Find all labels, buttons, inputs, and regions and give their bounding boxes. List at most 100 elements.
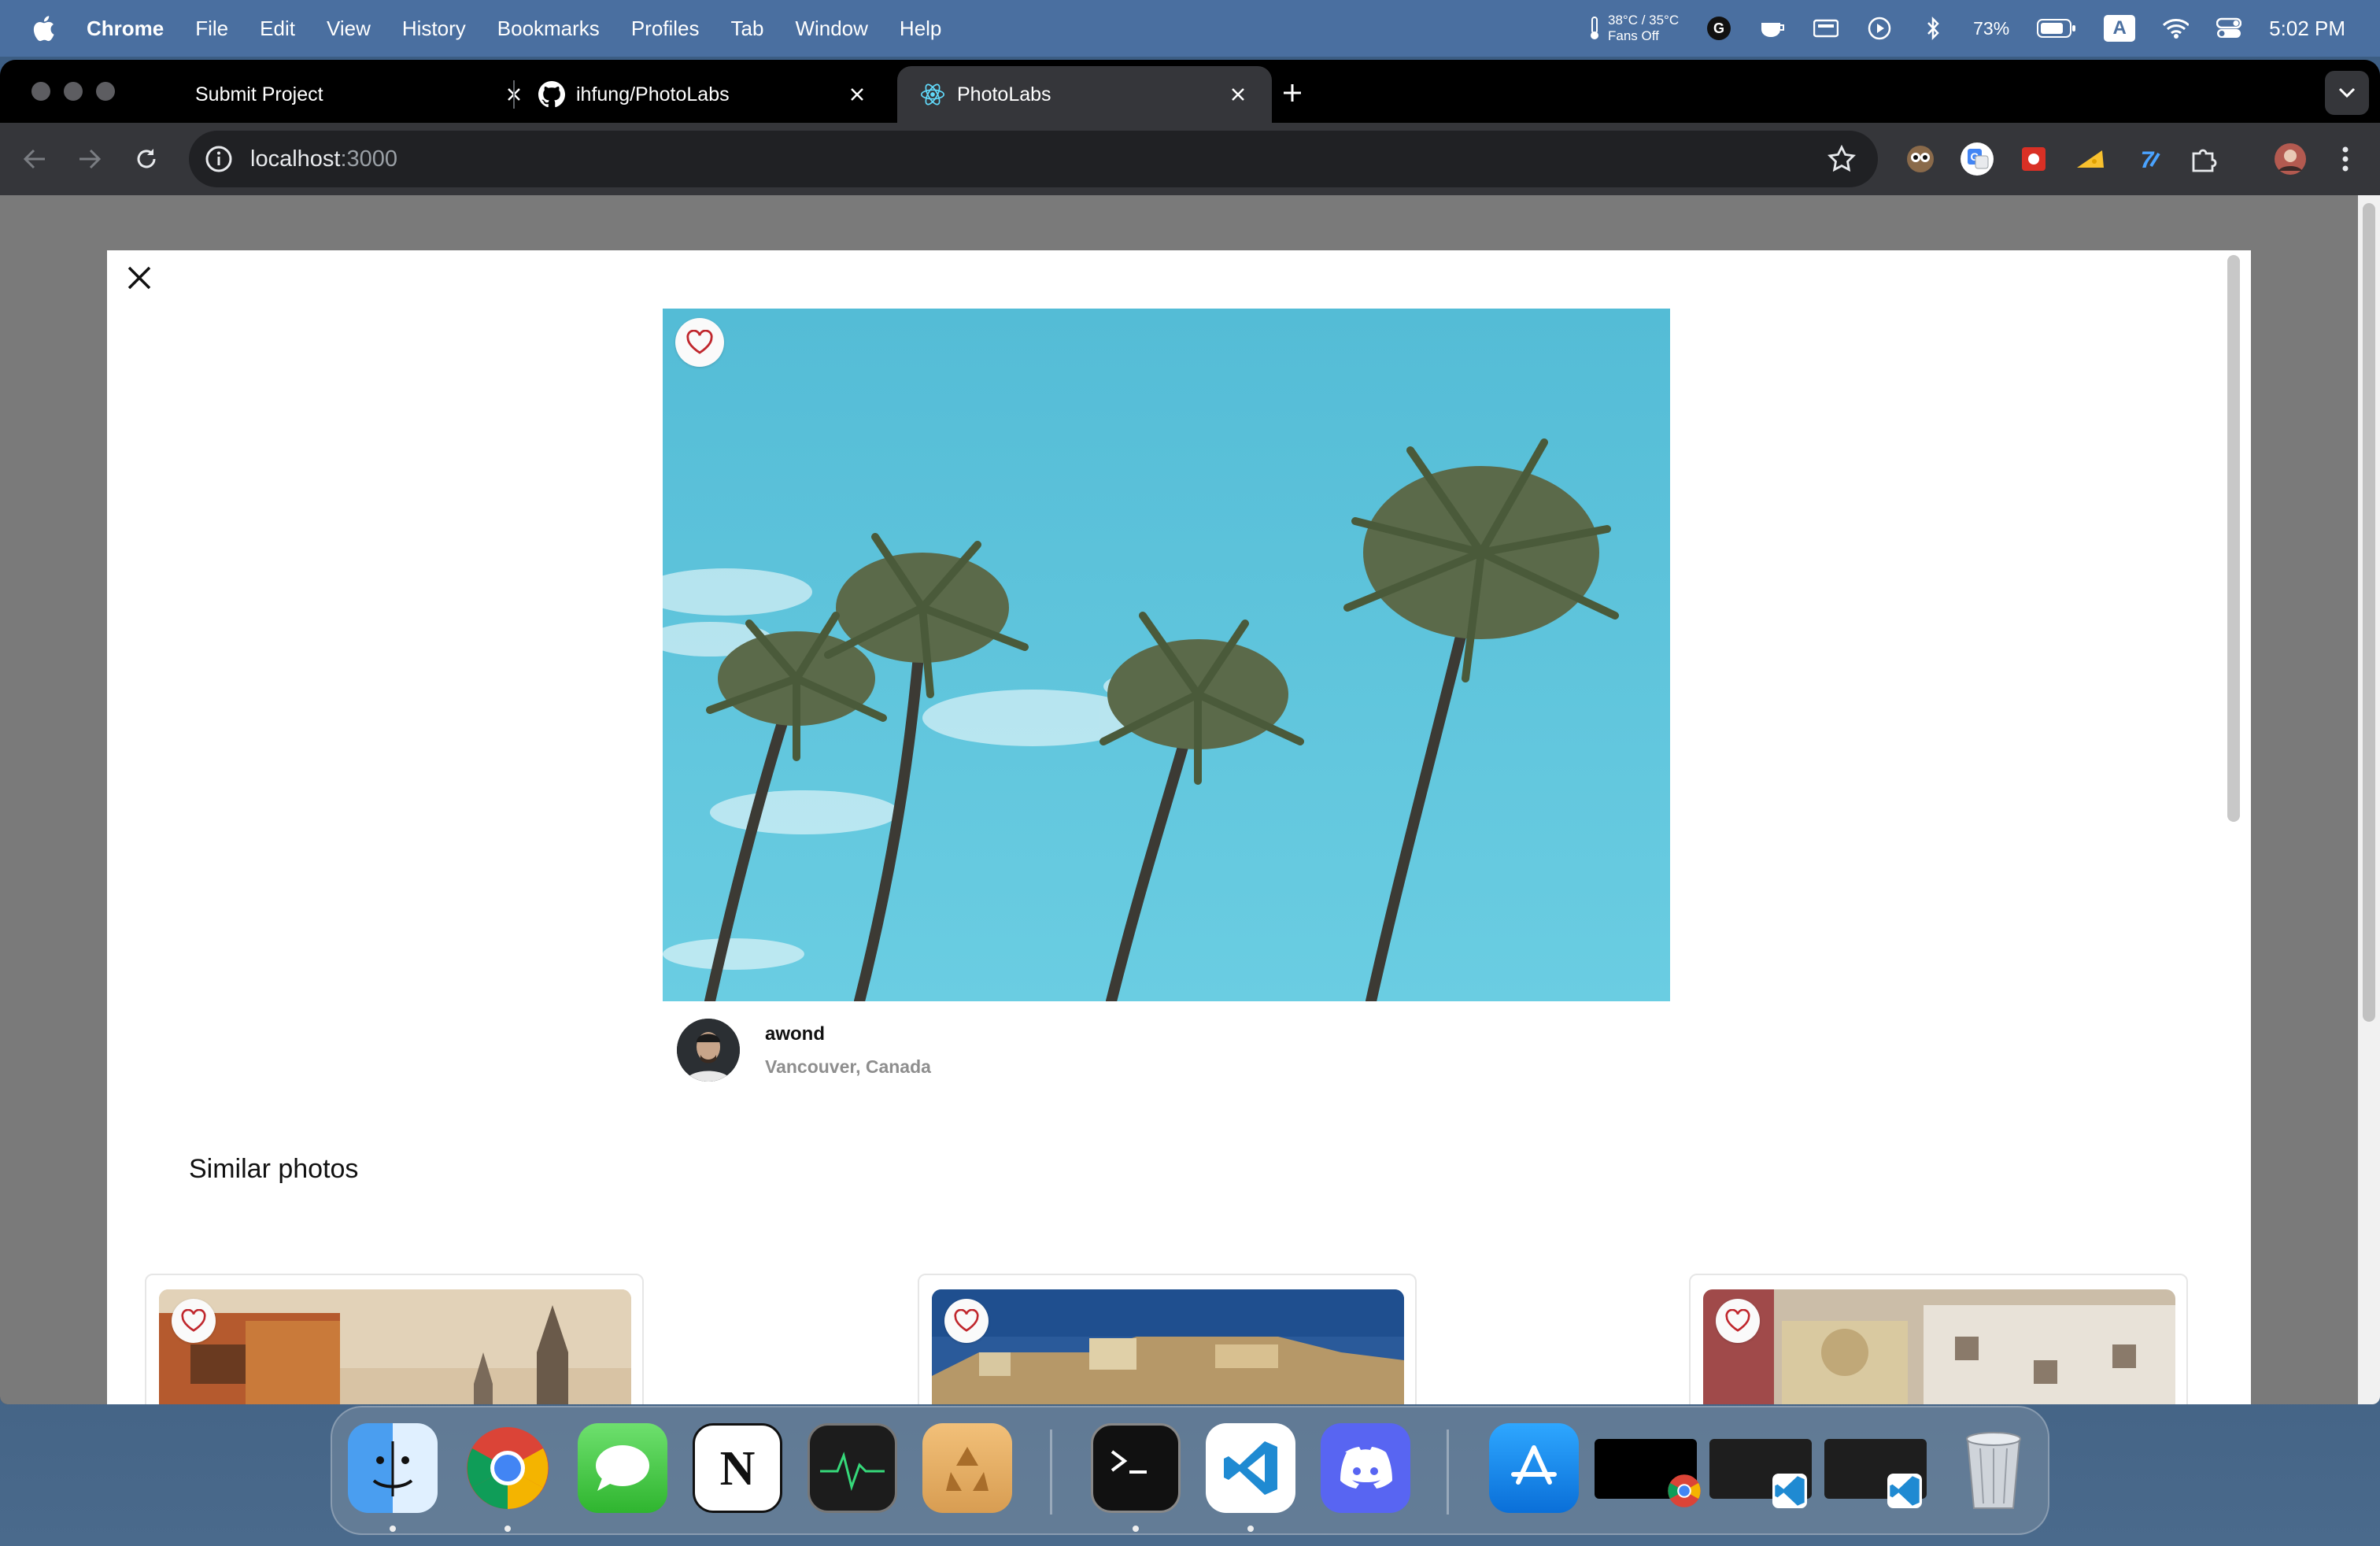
menu-bookmarks[interactable]: Bookmarks <box>497 17 600 41</box>
close-icon[interactable] <box>844 81 870 108</box>
tab-title: PhotoLabs <box>957 83 1051 105</box>
similar-photo-card[interactable] <box>918 1274 1417 1404</box>
vscode-icon <box>1887 1474 1922 1508</box>
fans-text: Fans Off <box>1607 28 1659 43</box>
similar-photo-image[interactable] <box>159 1289 631 1404</box>
similar-photo-card[interactable] <box>1689 1274 2188 1404</box>
zoom-window-button[interactable] <box>96 82 115 101</box>
modal-scrollbar-thumb[interactable] <box>2227 255 2240 822</box>
favorite-button[interactable] <box>172 1299 216 1343</box>
similar-photo-image[interactable] <box>932 1289 1404 1404</box>
profile-avatar[interactable] <box>2271 140 2309 178</box>
url-host: localhost <box>250 146 341 172</box>
close-modal-icon[interactable] <box>123 261 156 294</box>
bluetooth-icon[interactable] <box>1920 15 1946 42</box>
recycle-app-icon[interactable] <box>922 1423 1012 1513</box>
extension-7-icon[interactable]: 7 <box>2128 140 2166 178</box>
back-button[interactable] <box>17 142 52 176</box>
svg-text:N: N <box>720 1442 756 1496</box>
similar-photo-card[interactable] <box>145 1274 644 1404</box>
coffee-cup-icon[interactable] <box>1759 15 1786 42</box>
tab-search-button[interactable] <box>2325 71 2369 115</box>
finder-icon[interactable] <box>348 1423 438 1513</box>
photo-details-modal: awond Vancouver, Canada Similar photos <box>107 250 2251 1404</box>
window-controls <box>31 82 115 101</box>
chrome-icon[interactable] <box>463 1423 552 1513</box>
app-store-icon[interactable] <box>1489 1423 1579 1513</box>
grammarly-icon[interactable]: G <box>1706 15 1732 42</box>
menu-help[interactable]: Help <box>900 17 941 41</box>
running-indicator <box>390 1526 396 1532</box>
running-indicator <box>504 1526 511 1532</box>
address-bar[interactable]: localhost:3000 <box>189 131 1878 187</box>
vscode-icon[interactable] <box>1206 1423 1295 1513</box>
activity-monitor-icon[interactable] <box>808 1423 897 1513</box>
heart-icon <box>954 1309 979 1332</box>
trash-icon[interactable] <box>1949 1423 2038 1513</box>
bookmark-star-icon[interactable] <box>1828 145 1856 173</box>
tab-title: ihfung/PhotoLabs <box>576 83 730 105</box>
react-icon <box>919 81 946 108</box>
menu-profiles[interactable]: Profiles <box>631 17 700 41</box>
battery-icon[interactable] <box>2036 15 2077 42</box>
menubar-clock[interactable]: 5:02 PM <box>2269 17 2345 41</box>
discord-icon[interactable] <box>1321 1423 1410 1513</box>
control-center-icon[interactable] <box>2216 15 2242 42</box>
extension-owl-icon[interactable] <box>1901 140 1939 178</box>
github-icon <box>538 81 565 108</box>
browser-toolbar: localhost:3000 G 7 <box>0 123 2380 195</box>
notion-icon[interactable]: N <box>693 1423 782 1513</box>
modal-scrollbar[interactable] <box>2227 255 2240 1404</box>
extension-red-puzzle-icon[interactable] <box>2015 140 2053 178</box>
page-scrollbar-thumb[interactable] <box>2363 203 2375 1022</box>
tab-title: Submit Project <box>195 83 323 105</box>
favorite-button[interactable] <box>1716 1299 1760 1343</box>
page-scrollbar[interactable] <box>2358 195 2380 1404</box>
new-tab-button[interactable] <box>1275 76 1310 110</box>
menu-history[interactable]: History <box>402 17 466 41</box>
extension-google-translate-icon[interactable]: G <box>1958 140 1996 178</box>
thermometer-icon <box>1590 17 1598 39</box>
messages-icon[interactable] <box>578 1423 667 1513</box>
terminal-icon[interactable] <box>1091 1423 1181 1513</box>
menu-view[interactable]: View <box>327 17 371 41</box>
keyboard-brightness-icon[interactable] <box>1813 15 1839 42</box>
extension-cheese-icon[interactable] <box>2071 140 2109 178</box>
svg-text:7: 7 <box>2141 147 2155 171</box>
close-window-button[interactable] <box>31 82 50 101</box>
menu-window[interactable]: Window <box>795 17 867 41</box>
minimized-window-vscode[interactable] <box>1824 1439 1927 1508</box>
minimized-window-vscode[interactable] <box>1709 1439 1812 1508</box>
tab-divider <box>513 80 515 109</box>
main-photo <box>663 309 1670 1001</box>
kebab-menu-icon[interactable] <box>2326 140 2364 178</box>
menu-app-name[interactable]: Chrome <box>87 17 164 41</box>
url-text[interactable]: localhost:3000 <box>250 146 397 172</box>
input-source-icon[interactable]: A <box>2104 15 2136 42</box>
apple-icon[interactable] <box>31 15 55 42</box>
favorite-button[interactable] <box>675 318 724 367</box>
menu-edit[interactable]: Edit <box>260 17 295 41</box>
chrome-icon <box>1668 1474 1701 1507</box>
tab-submit-project[interactable]: Submit Project <box>173 66 548 123</box>
favorite-button[interactable] <box>944 1299 989 1343</box>
vscode-icon <box>1772 1474 1807 1508</box>
tab-github-photolabs[interactable]: ihfung/PhotoLabs <box>516 66 891 123</box>
play-circle-icon[interactable] <box>1866 15 1893 42</box>
menu-file[interactable]: File <box>195 17 228 41</box>
extensions-puzzle-icon[interactable] <box>2185 140 2223 178</box>
battery-percentage: 73% <box>1973 17 2010 39</box>
close-icon[interactable] <box>1225 81 1251 108</box>
minimized-window-chrome[interactable] <box>1595 1439 1701 1507</box>
forward-button[interactable] <box>72 142 107 176</box>
site-info-icon[interactable] <box>205 145 233 173</box>
palm-trees-image <box>663 309 1670 1001</box>
similar-photo-image[interactable] <box>1703 1289 2175 1404</box>
wifi-icon[interactable] <box>2162 15 2190 42</box>
temperature-widget[interactable]: 38°C / 35°C Fans Off <box>1587 13 1679 44</box>
reload-button[interactable] <box>129 142 164 176</box>
tab-photolabs[interactable]: PhotoLabs <box>897 66 1272 123</box>
temperature-text: 38°C / 35°C <box>1607 13 1680 28</box>
menu-tab[interactable]: Tab <box>731 17 764 41</box>
minimize-window-button[interactable] <box>64 82 83 101</box>
